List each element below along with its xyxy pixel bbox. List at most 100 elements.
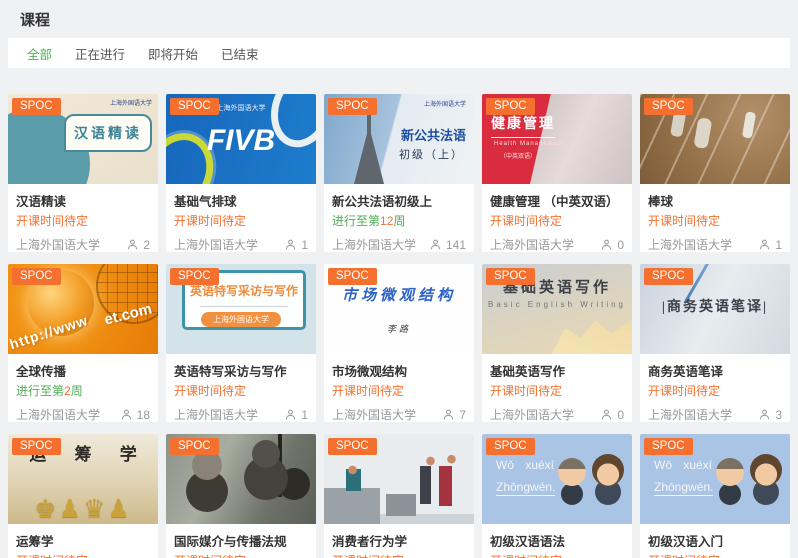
student-count-group: 1 <box>758 238 782 252</box>
course-university: 上海外国语大学 <box>332 406 416 422</box>
course-footer: 上海外国语大学 1 <box>174 406 308 422</box>
spoc-badge: SPOC <box>170 268 219 285</box>
course-status: 进行至第12周 <box>332 212 466 227</box>
course-card[interactable]: SPOC 上海外国语大学新公共法语初级（上） 新公共法语初级上 进行至第12周 … <box>324 94 474 252</box>
course-title: 国际媒介与传播法规 <box>174 531 308 547</box>
course-thumbnail: SPOC <box>640 94 790 184</box>
course-card[interactable]: SPOC 市场微观结构李路 市场微观结构 开课时间待定 上海外国语大学 7 <box>324 264 474 422</box>
course-card[interactable]: SPOC http://wwwet.com 全球传播 进行至第2周 上海外国语大… <box>8 264 158 422</box>
person-icon <box>600 408 613 421</box>
thumbnail-text: 上海外国语大学 <box>217 103 266 113</box>
spoc-badge: SPOC <box>12 98 61 115</box>
course-footer: 上海外国语大学 1 <box>174 236 308 252</box>
course-grid: SPOC 上海外国语大学汉语精读 汉语精读 开课时间待定 上海外国语大学 2 S… <box>8 94 790 558</box>
course-title: 基础气排球 <box>174 191 308 207</box>
course-footer: 上海外国语大学 0 <box>490 236 624 252</box>
page-header: 课程 <box>0 0 798 38</box>
spoc-badge: SPOC <box>328 98 377 115</box>
course-card[interactable]: SPOC 运 筹 学♚♟♛♟ 运筹学 开课时间待定 <box>8 434 158 558</box>
thumbnail-text: 汉语精读 <box>64 114 152 152</box>
tab-in-progress[interactable]: 正在进行 <box>75 44 125 63</box>
course-thumbnail: SPOC http://wwwet.com <box>8 264 158 354</box>
course-status: 开课时间待定 <box>174 552 308 558</box>
tab-all[interactable]: 全部 <box>27 44 52 63</box>
student-count-group: 0 <box>600 238 624 252</box>
student-count: 141 <box>446 238 466 252</box>
spoc-badge: SPOC <box>170 438 219 455</box>
thumbnail-text: http://www <box>8 312 90 352</box>
course-card-body: 基础气排球 开课时间待定 上海外国语大学 1 <box>166 184 316 252</box>
course-card[interactable]: SPOC Wǒ xuéxíZhōngwén. 初级汉语语法 开课时间待定 <box>482 434 632 558</box>
course-university: 上海外国语大学 <box>490 236 574 252</box>
course-footer: 上海外国语大学 1 <box>648 236 782 252</box>
course-card[interactable]: SPOC 健康管理Health Management（中英双语） 健康管理 （中… <box>482 94 632 252</box>
course-status: 开课时间待定 <box>16 212 150 227</box>
course-footer: 上海外国语大学 3 <box>648 406 782 422</box>
course-title: 汉语精读 <box>16 191 150 207</box>
thumbnail-text: |商务英语笔译| <box>640 296 790 316</box>
student-count: 1 <box>775 238 782 252</box>
person-icon <box>284 408 297 421</box>
course-title: 市场微观结构 <box>332 361 466 377</box>
course-title: 初级汉语入门 <box>648 531 782 547</box>
student-count-group: 2 <box>126 238 150 252</box>
course-card[interactable]: SPOC 消费者行为学 开课时间待定 <box>324 434 474 558</box>
course-card-body: 健康管理 （中英双语） 开课时间待定 上海外国语大学 0 <box>482 184 632 252</box>
course-thumbnail: SPOC <box>166 434 316 524</box>
course-university: 上海外国语大学 <box>490 406 574 422</box>
course-status: 开课时间待定 <box>490 382 624 397</box>
tab-upcoming[interactable]: 即将开始 <box>148 44 198 63</box>
tab-ended[interactable]: 已结束 <box>221 44 259 63</box>
course-status: 开课时间待定 <box>174 212 308 227</box>
course-footer: 上海外国语大学 18 <box>16 406 150 422</box>
course-card[interactable]: SPOC 英语特写采访与写作上海外国语大学 英语特写采访与写作 开课时间待定 上… <box>166 264 316 422</box>
student-count-group: 141 <box>429 238 466 252</box>
course-status: 开课时间待定 <box>332 382 466 397</box>
course-university: 上海外国语大学 <box>332 236 416 252</box>
thumbnail-text: Zhōngwén. <box>654 480 713 496</box>
thumbnail-text: FIVB <box>207 124 275 158</box>
thumbnail-text: 健康管理 <box>491 113 555 138</box>
spoc-badge: SPOC <box>486 98 535 115</box>
student-count-group: 3 <box>758 408 782 422</box>
course-title: 运筹学 <box>16 531 150 547</box>
thumbnail-text: 李路 <box>324 322 474 335</box>
student-count: 18 <box>137 408 150 422</box>
course-footer: 上海外国语大学 7 <box>332 406 466 422</box>
course-title: 消费者行为学 <box>332 531 466 547</box>
course-status: 开课时间待定 <box>648 212 782 227</box>
course-card[interactable]: SPOC 上海外国语大学FIVB 基础气排球 开课时间待定 上海外国语大学 1 <box>166 94 316 252</box>
spoc-badge: SPOC <box>644 438 693 455</box>
course-thumbnail: SPOC 英语特写采访与写作上海外国语大学 <box>166 264 316 354</box>
course-card-body: 消费者行为学 开课时间待定 <box>324 524 474 558</box>
course-card-body: 初级汉语入门 开课时间待定 <box>640 524 790 558</box>
course-university: 上海外国语大学 <box>648 236 732 252</box>
course-card[interactable]: SPOC 棒球 开课时间待定 上海外国语大学 1 <box>640 94 790 252</box>
course-card[interactable]: SPOC 国际媒介与传播法规 开课时间待定 <box>166 434 316 558</box>
thumbnail-text: et.com <box>102 300 153 328</box>
thumbnail-text: Zhōngwén. <box>496 480 555 496</box>
course-title: 新公共法语初级上 <box>332 191 466 207</box>
student-count: 2 <box>143 238 150 252</box>
course-card[interactable]: SPOC |商务英语笔译| 商务英语笔译 开课时间待定 上海外国语大学 3 <box>640 264 790 422</box>
course-status: 开课时间待定 <box>648 552 782 558</box>
thumbnail-text: 市场微观结构 <box>324 284 474 305</box>
course-card[interactable]: SPOC Wǒ xuéxíZhōngwén. 初级汉语入门 开课时间待定 <box>640 434 790 558</box>
course-thumbnail: SPOC 基础英语写作Basic English Writing <box>482 264 632 354</box>
course-status: 开课时间待定 <box>174 382 308 397</box>
course-thumbnail: SPOC 运 筹 学♚♟♛♟ <box>8 434 158 524</box>
course-card-body: 全球传播 进行至第2周 上海外国语大学 18 <box>8 354 158 422</box>
page-title: 课程 <box>20 9 778 30</box>
course-thumbnail: SPOC Wǒ xuéxíZhōngwén. <box>640 434 790 524</box>
course-card[interactable]: SPOC 上海外国语大学汉语精读 汉语精读 开课时间待定 上海外国语大学 2 <box>8 94 158 252</box>
course-thumbnail: SPOC Wǒ xuéxíZhōngwén. <box>482 434 632 524</box>
course-title: 基础英语写作 <box>490 361 624 377</box>
course-status: 开课时间待定 <box>332 552 466 558</box>
course-card[interactable]: SPOC 基础英语写作Basic English Writing 基础英语写作 … <box>482 264 632 422</box>
thumbnail-text: ♚♟♛♟ <box>8 494 158 524</box>
person-icon <box>600 238 613 251</box>
course-title: 健康管理 （中英双语） <box>490 191 624 207</box>
thumbnail-text: Basic English Writing <box>482 300 632 309</box>
course-thumbnail: SPOC 上海外国语大学汉语精读 <box>8 94 158 184</box>
course-university: 上海外国语大学 <box>648 406 732 422</box>
